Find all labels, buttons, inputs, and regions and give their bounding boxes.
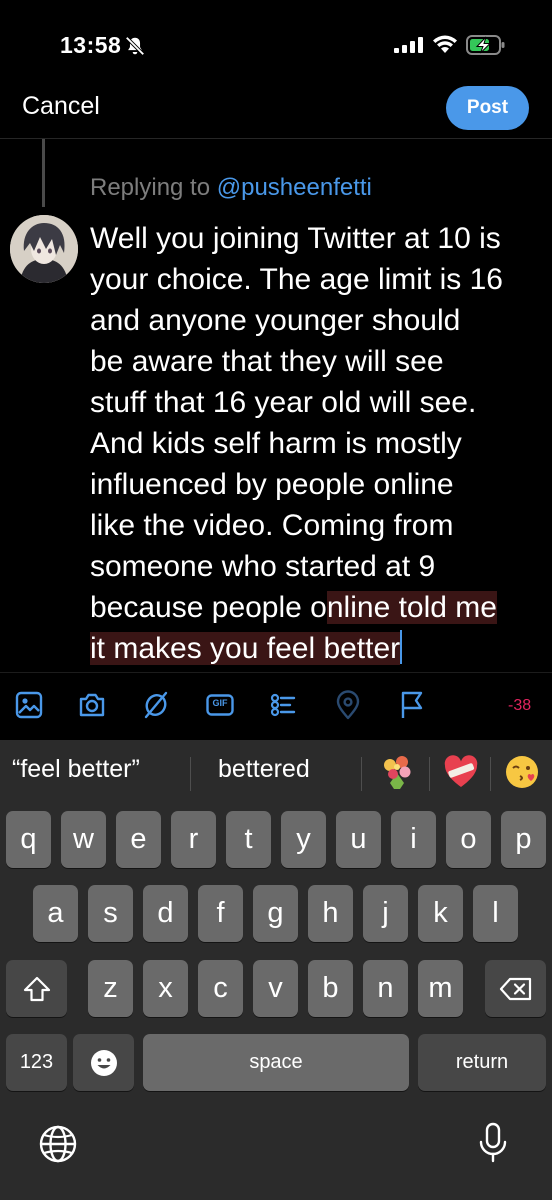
avatar[interactable] — [10, 215, 78, 283]
shift-key[interactable] — [6, 960, 67, 1017]
face-blowing-kiss-emoji[interactable] — [503, 753, 541, 791]
tweet-line: and anyone younger should — [90, 304, 461, 337]
replying-to-line: Replying to @pusheenfetti — [90, 174, 372, 202]
autocorrect-suggestion[interactable]: bettered — [218, 755, 310, 784]
key-x[interactable]: x — [143, 960, 188, 1017]
key-j[interactable]: j — [363, 885, 408, 942]
character-count: -38 — [508, 697, 532, 714]
tweet-line: And kids self harm is mostly — [90, 427, 462, 460]
key-c[interactable]: c — [198, 960, 243, 1017]
key-v[interactable]: v — [253, 960, 298, 1017]
tweet-text-over-limit: it makes you feel better — [90, 632, 401, 665]
microphone-icon[interactable] — [478, 1122, 508, 1164]
mending-heart-emoji[interactable] — [442, 753, 480, 791]
text-cursor — [400, 630, 403, 664]
flag-icon[interactable] — [397, 690, 427, 720]
key-g[interactable]: g — [253, 885, 298, 942]
tweet-line: your choice. The age limit is 16 — [90, 263, 503, 296]
tweet-line: be aware that they will see — [90, 345, 444, 378]
reply-handle-link[interactable]: @pusheenfetti — [217, 174, 372, 201]
tweet-line: like the video. Coming from — [90, 509, 454, 542]
backspace-key[interactable] — [485, 960, 546, 1017]
post-button[interactable]: Post — [446, 86, 529, 130]
key-q[interactable]: q — [6, 811, 51, 868]
key-a[interactable]: a — [33, 885, 78, 942]
key-l[interactable]: l — [473, 885, 518, 942]
key-r[interactable]: r — [171, 811, 216, 868]
toolbar-divider — [0, 672, 552, 673]
battery-charging-icon — [466, 35, 505, 55]
gif-icon[interactable]: GIF — [205, 690, 235, 720]
gif-label: GIF — [212, 698, 228, 708]
wifi-icon — [433, 35, 457, 53]
return-key[interactable]: return — [418, 1034, 546, 1091]
status-time: 13:58 — [60, 32, 122, 58]
key-f[interactable]: f — [198, 885, 243, 942]
tweet-text-within-limit: because people o — [90, 591, 327, 624]
shift-icon — [23, 976, 50, 1001]
suggestion-divider — [361, 757, 362, 791]
key-o[interactable]: o — [446, 811, 491, 868]
location-icon[interactable] — [333, 690, 363, 720]
thread-line — [42, 139, 45, 207]
suggestion-divider — [429, 757, 430, 791]
tweet-line: Well you joining Twitter at 10 is — [90, 222, 501, 255]
key-z[interactable]: z — [88, 960, 133, 1017]
tweet-line: someone who started at 9 — [90, 550, 436, 583]
tweet-line: it makes you feel better — [90, 628, 545, 669]
space-key[interactable]: space — [143, 1034, 409, 1091]
camera-icon[interactable] — [77, 690, 107, 720]
bouquet-emoji[interactable] — [378, 753, 416, 791]
numbers-key[interactable]: 123 — [6, 1034, 67, 1091]
suggestion-divider — [190, 757, 191, 791]
key-d[interactable]: d — [143, 885, 188, 942]
key-m[interactable]: m — [418, 960, 463, 1017]
emoji-face-icon — [90, 1049, 117, 1076]
poll-icon[interactable] — [268, 690, 298, 720]
emoji-key[interactable] — [73, 1034, 134, 1091]
suggestion-divider — [490, 757, 491, 791]
backspace-icon — [499, 977, 531, 1000]
no-reply-icon[interactable] — [141, 690, 171, 720]
key-b[interactable]: b — [308, 960, 353, 1017]
replying-to-label: Replying to — [90, 174, 217, 201]
key-w[interactable]: w — [61, 811, 106, 868]
cancel-button[interactable]: Cancel — [22, 92, 100, 121]
key-e[interactable]: e — [116, 811, 161, 868]
key-k[interactable]: k — [418, 885, 463, 942]
status-bar: 13:58 — [0, 0, 552, 92]
tweet-line: influenced by people online — [90, 468, 454, 501]
key-h[interactable]: h — [308, 885, 353, 942]
image-icon[interactable] — [14, 690, 44, 720]
key-n[interactable]: n — [363, 960, 408, 1017]
key-t[interactable]: t — [226, 811, 271, 868]
bell-off-icon — [125, 36, 145, 56]
key-p[interactable]: p — [501, 811, 546, 868]
globe-icon[interactable] — [38, 1124, 78, 1164]
tweet-compose-text[interactable]: Well you joining Twitter at 10 is your c… — [90, 218, 545, 669]
tweet-line: because people online told me — [90, 587, 545, 628]
cellular-signal-icon — [394, 37, 423, 53]
key-i[interactable]: i — [391, 811, 436, 868]
avatar-illustration — [10, 215, 78, 283]
key-u[interactable]: u — [336, 811, 381, 868]
tweet-line: stuff that 16 year old will see. — [90, 386, 477, 419]
autocorrect-suggestion[interactable]: “feel better” — [12, 755, 140, 784]
key-y[interactable]: y — [281, 811, 326, 868]
tweet-text-over-limit: nline told me — [326, 591, 497, 624]
header-divider — [0, 138, 552, 139]
key-s[interactable]: s — [88, 885, 133, 942]
